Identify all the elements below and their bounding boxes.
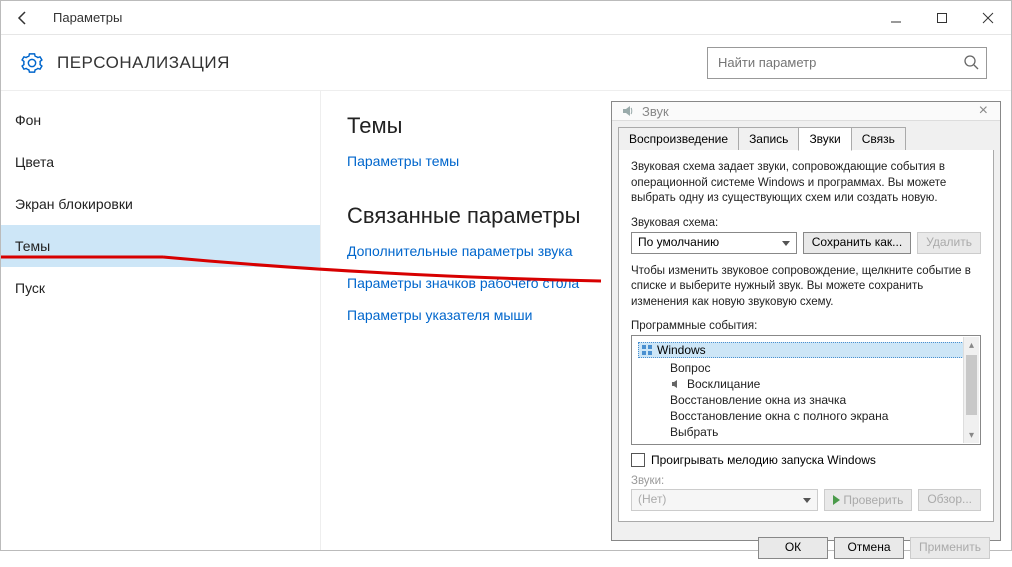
sidebar-item-label: Фон xyxy=(15,112,41,128)
delete-button: Удалить xyxy=(917,232,981,254)
search-wrap xyxy=(707,47,987,79)
windows-icon xyxy=(641,344,653,356)
tree-item[interactable]: Восстановление окна из значка xyxy=(638,392,974,408)
speaker-icon xyxy=(620,103,636,119)
gear-icon xyxy=(21,52,43,74)
dialog-button-row: ОК Отмена Применить xyxy=(612,529,1000,567)
tree-item-label: Восстановление окна с полного экрана xyxy=(670,409,888,423)
sidebar-item-background[interactable]: Фон xyxy=(1,99,320,141)
play-startup-checkbox[interactable] xyxy=(631,453,645,467)
tab-record[interactable]: Запись xyxy=(738,127,799,151)
events-label: Программные события: xyxy=(631,320,981,332)
dialog-title: Звук xyxy=(642,104,975,119)
sidebar-item-label: Пуск xyxy=(15,280,45,296)
events-description: Чтобы изменить звуковое сопровождение, щ… xyxy=(631,264,981,311)
tree-scrollbar[interactable]: ▴ ▾ xyxy=(963,337,979,443)
dialog-close-button[interactable]: × xyxy=(975,102,992,120)
sidebar-item-lockscreen[interactable]: Экран блокировки xyxy=(1,183,320,225)
window-title: Параметры xyxy=(45,10,122,25)
back-button[interactable] xyxy=(1,1,45,35)
scheme-label: Звуковая схема: xyxy=(631,217,981,229)
sidebar-item-colors[interactable]: Цвета xyxy=(1,141,320,183)
tree-item[interactable]: Вопрос xyxy=(638,360,974,376)
tree-root-windows[interactable]: Windows xyxy=(638,342,974,358)
apply-button: Применить xyxy=(910,537,990,559)
tab-strip: Воспроизведение Запись Звуки Связь xyxy=(612,121,1000,151)
scheme-value: По умолчанию xyxy=(638,235,719,249)
tab-communication[interactable]: Связь xyxy=(851,127,906,151)
titlebar: Параметры xyxy=(1,1,1011,35)
sidebar-item-start[interactable]: Пуск xyxy=(1,267,320,309)
tree-item[interactable]: Восклицание xyxy=(638,376,974,392)
sidebar-item-label: Темы xyxy=(15,238,50,254)
play-startup-label: Проигрывать мелодию запуска Windows xyxy=(651,453,876,467)
browse-button: Обзор... xyxy=(918,489,981,511)
dialog-titlebar[interactable]: Звук × xyxy=(612,102,1000,121)
sound-file-combobox: (Нет) xyxy=(631,489,818,511)
test-label: Проверить xyxy=(843,493,903,507)
ok-button[interactable]: ОК xyxy=(758,537,828,559)
sound-dialog: Звук × Воспроизведение Запись Звуки Связ… xyxy=(611,101,1001,541)
settings-window: Параметры ПЕРСОНАЛИЗАЦИЯ Фон Цвета Экран xyxy=(0,0,1012,551)
tree-root-label: Windows xyxy=(657,343,706,357)
scheme-description: Звуковая схема задает звуки, сопровождаю… xyxy=(631,160,981,207)
tree-item[interactable]: Выбрать xyxy=(638,424,974,440)
sounds-label: Звуки: xyxy=(631,475,981,487)
tab-sounds[interactable]: Звуки xyxy=(798,127,851,151)
save-as-button[interactable]: Сохранить как... xyxy=(803,232,911,254)
events-tree[interactable]: Windows Вопрос Восклицание Восстановлени… xyxy=(631,335,981,445)
search-icon[interactable] xyxy=(963,54,979,75)
test-button: Проверить xyxy=(824,489,912,511)
tree-item-label: Выбрать xyxy=(670,425,718,439)
sidebar-item-label: Цвета xyxy=(15,154,54,170)
sound-file-value: (Нет) xyxy=(638,492,666,506)
sidebar: Фон Цвета Экран блокировки Темы Пуск xyxy=(1,91,321,550)
cancel-button[interactable]: Отмена xyxy=(834,537,904,559)
search-input[interactable] xyxy=(707,47,987,79)
scroll-up-icon[interactable]: ▴ xyxy=(964,337,979,353)
scheme-combobox[interactable]: По умолчанию xyxy=(631,232,797,254)
tab-panel-sounds: Звуковая схема задает звуки, сопровождаю… xyxy=(618,150,994,522)
minimize-button[interactable] xyxy=(873,1,919,35)
tree-item[interactable]: Восстановление окна с полного экрана xyxy=(638,408,974,424)
sidebar-item-themes[interactable]: Темы xyxy=(1,225,320,267)
maximize-button[interactable] xyxy=(919,1,965,35)
scroll-down-icon[interactable]: ▾ xyxy=(964,427,979,443)
tab-playback[interactable]: Воспроизведение xyxy=(618,127,739,151)
sidebar-item-label: Экран блокировки xyxy=(15,196,133,212)
header-row: ПЕРСОНАЛИЗАЦИЯ xyxy=(1,35,1011,91)
header-title: ПЕРСОНАЛИЗАЦИЯ xyxy=(57,53,230,73)
close-button[interactable] xyxy=(965,1,1011,35)
tree-item-label: Восклицание xyxy=(687,377,760,391)
play-icon xyxy=(833,495,840,505)
sound-event-icon xyxy=(670,378,682,390)
tree-item-label: Восстановление окна из значка xyxy=(670,393,846,407)
scroll-thumb[interactable] xyxy=(966,355,977,415)
tree-item-label: Вопрос xyxy=(670,361,711,375)
